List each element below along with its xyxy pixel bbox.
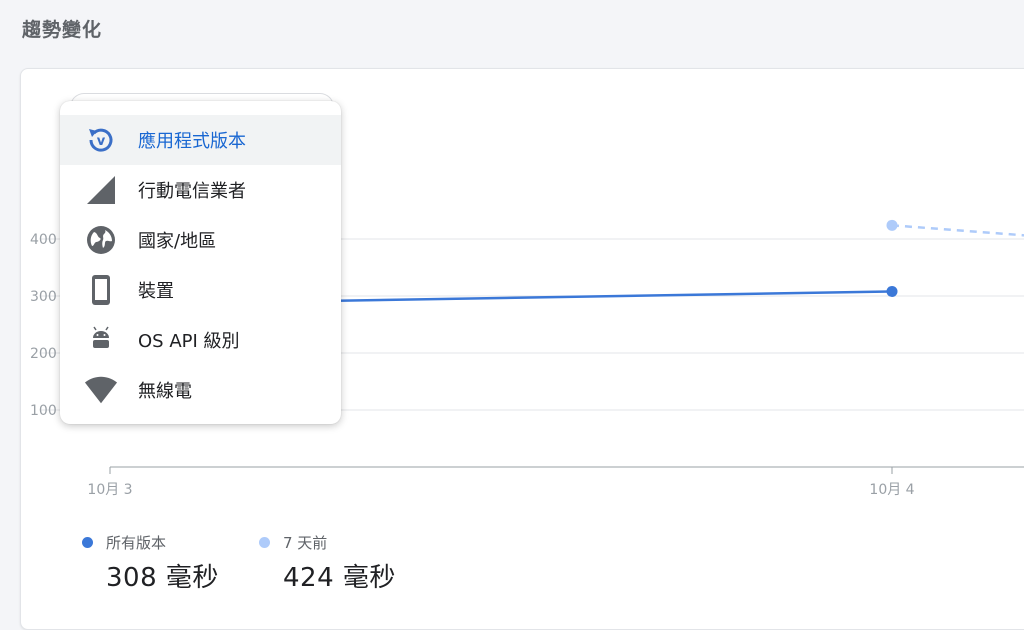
data-point[interactable] [886,219,898,231]
legend-item-7-days-ago[interactable]: 7 天前 424 毫秒 [259,532,396,594]
menu-item-country[interactable]: 國家/地區 [60,215,341,265]
svg-text:v: v [97,134,106,149]
menu-item-label: 裝置 [138,281,174,302]
globe-icon [84,223,118,257]
menu-item-label: 行動電信業者 [138,181,246,202]
legend-value: 424 毫秒 [283,563,396,593]
dimension-menu: v 應用程式版本 行動電信業者 國家/地區 裝置 OS API 級別 無線電 [60,101,341,424]
legend-dot [259,537,270,548]
menu-item-device[interactable]: 裝置 [60,265,341,315]
data-point[interactable] [886,285,898,297]
menu-item-radio[interactable]: 無線電 [60,365,341,415]
legend-label: 所有版本 [106,534,167,552]
app-version-icon: v [84,123,118,157]
menu-item-label: OS API 級別 [138,331,240,352]
series-line [891,224,1024,237]
menu-item-label: 國家/地區 [138,231,217,252]
menu-item-carrier[interactable]: 行動電信業者 [60,165,341,215]
legend-label: 7 天前 [283,534,328,552]
android-icon [84,323,118,357]
wifi-icon [84,373,118,407]
legend-item-all-versions[interactable]: 所有版本 308 毫秒 [82,532,219,594]
menu-item-os-api-level[interactable]: OS API 級別 [60,315,341,365]
menu-item-app-version[interactable]: v 應用程式版本 [60,115,341,165]
x-tick-label: 10月 3 [87,482,132,498]
y-tick-label: 100 [30,403,57,419]
phone-icon [84,273,118,307]
legend-value: 308 毫秒 [106,563,219,593]
menu-item-label: 應用程式版本 [138,131,246,152]
signal-icon [84,173,118,207]
y-tick-label: 400 [30,232,57,248]
y-tick-label: 200 [30,346,57,362]
y-tick-label: 300 [30,289,57,305]
legend-dot [82,537,93,548]
menu-item-label: 無線電 [138,381,192,402]
x-tick-label: 10月 4 [869,482,914,498]
